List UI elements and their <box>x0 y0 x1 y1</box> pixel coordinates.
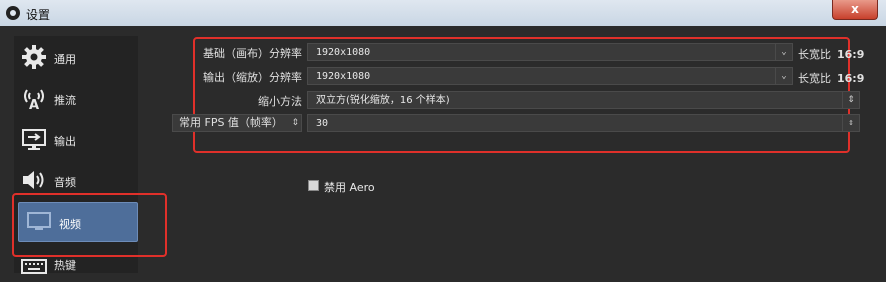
base-aspect-ratio: 长宽比 16:9 <box>798 46 864 62</box>
output-aspect-ratio: 长宽比 16:9 <box>798 70 864 86</box>
output-resolution-label: 输出（缩放）分辨率 <box>203 71 302 84</box>
sidebar-item-label: 通用 <box>54 53 76 66</box>
title-bar: 设置 x <box>0 0 886 26</box>
aspect-ratio-label: 长宽比 <box>798 48 831 61</box>
downscale-filter-value: 双立方(锐化缩放，16 个样本) <box>316 95 450 106</box>
base-resolution-value: 1920x1080 <box>316 47 371 58</box>
svg-text:A: A <box>29 98 39 111</box>
output-resolution-combo[interactable]: 1920x1080 ⌄ <box>307 67 793 85</box>
aspect-ratio-label: 长宽比 <box>798 72 831 85</box>
fps-type-label: 常用 FPS 值（帧率） <box>179 116 283 129</box>
disable-aero-checkbox[interactable] <box>308 180 319 191</box>
sidebar-item-general[interactable]: 通用 <box>14 38 138 76</box>
sidebar-item-label: 推流 <box>54 94 76 107</box>
up-down-arrow-icon: ⇕ <box>842 115 859 131</box>
gear-icon <box>20 44 48 70</box>
sidebar-item-stream[interactable]: A 推流 <box>14 79 138 117</box>
antenna-icon: A <box>20 85 48 113</box>
chevron-down-icon: ⌄ <box>775 44 792 60</box>
up-down-arrow-icon: ⇕ <box>291 118 299 128</box>
obs-logo-icon <box>6 6 20 20</box>
sidebar-item-label: 输出 <box>54 135 76 148</box>
disable-aero-label: 禁用 Aero <box>324 181 375 194</box>
sidebar-item-output[interactable]: 输出 <box>14 120 138 158</box>
sidebar-item-label: 音频 <box>54 176 76 189</box>
downscale-filter-label: 缩小方法 <box>258 95 302 108</box>
fps-value-select[interactable]: 30 ⇕ <box>307 114 860 132</box>
fps-type-select[interactable]: 常用 FPS 值（帧率） ⇕ <box>172 114 302 132</box>
output-resolution-value: 1920x1080 <box>316 71 371 82</box>
output-icon <box>20 126 48 152</box>
highlight-box-video <box>12 193 167 257</box>
speaker-icon <box>20 167 48 193</box>
fps-value: 30 <box>316 118 329 129</box>
base-resolution-combo[interactable]: 1920x1080 ⌄ <box>307 43 793 61</box>
close-button[interactable]: x <box>832 0 878 20</box>
aspect-ratio-value: 16:9 <box>837 72 865 85</box>
chevron-down-icon: ⌄ <box>775 68 792 84</box>
downscale-filter-select[interactable]: 双立方(锐化缩放，16 个样本) ⇕ <box>307 91 860 109</box>
sidebar-item-label: 热键 <box>54 259 76 272</box>
up-down-arrow-icon: ⇕ <box>842 92 859 108</box>
window-title: 设置 <box>26 8 51 22</box>
base-resolution-label: 基础（画布）分辨率 <box>203 47 302 60</box>
aspect-ratio-value: 16:9 <box>837 48 865 61</box>
